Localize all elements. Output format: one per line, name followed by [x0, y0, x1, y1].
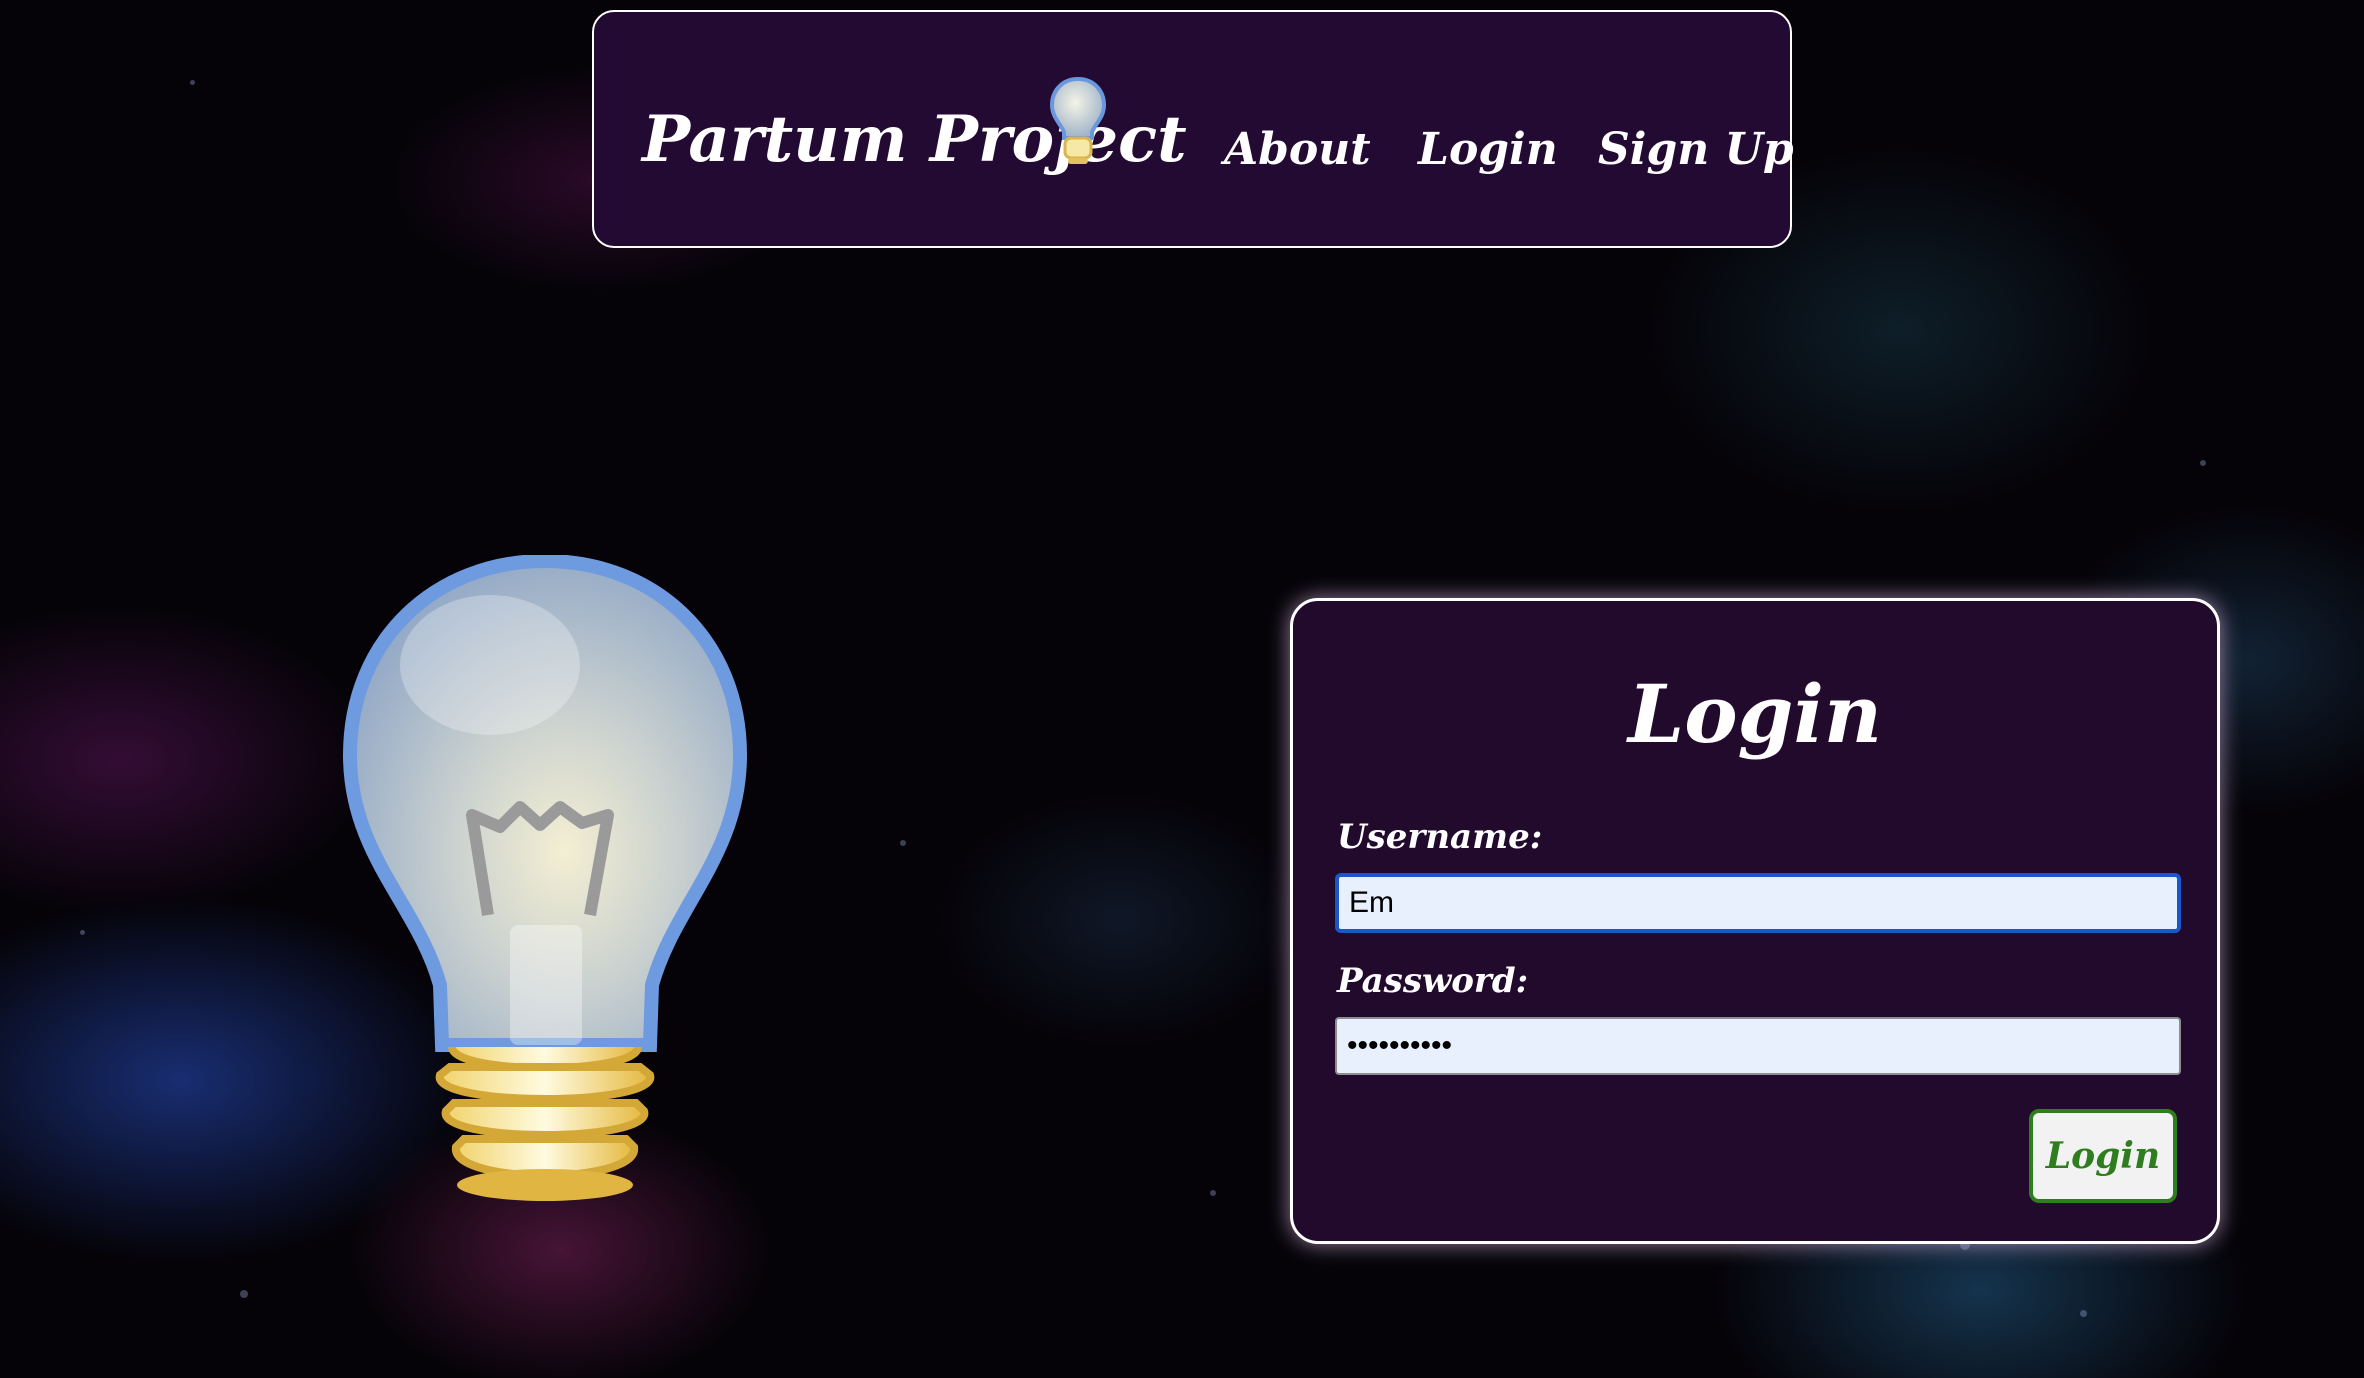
username-label: Username:	[1337, 817, 1543, 857]
nav-login[interactable]: Login	[1418, 124, 1558, 175]
password-input[interactable]	[1335, 1017, 2181, 1075]
login-form: Login Username: Password: Login	[1290, 598, 2220, 1244]
site-header: Partum Project About Login Sign Up	[592, 10, 1794, 248]
nav-about[interactable]: About	[1224, 124, 1371, 175]
login-heading: Login	[1627, 667, 1883, 761]
lightbulb-icon	[342, 555, 748, 1201]
login-submit-button[interactable]: Login	[2029, 1109, 2177, 1203]
username-input[interactable]	[1335, 873, 2181, 933]
nav-sign-up[interactable]: Sign Up	[1598, 124, 1794, 175]
lightbulb-icon	[1049, 76, 1107, 164]
password-label: Password:	[1337, 961, 1529, 1001]
